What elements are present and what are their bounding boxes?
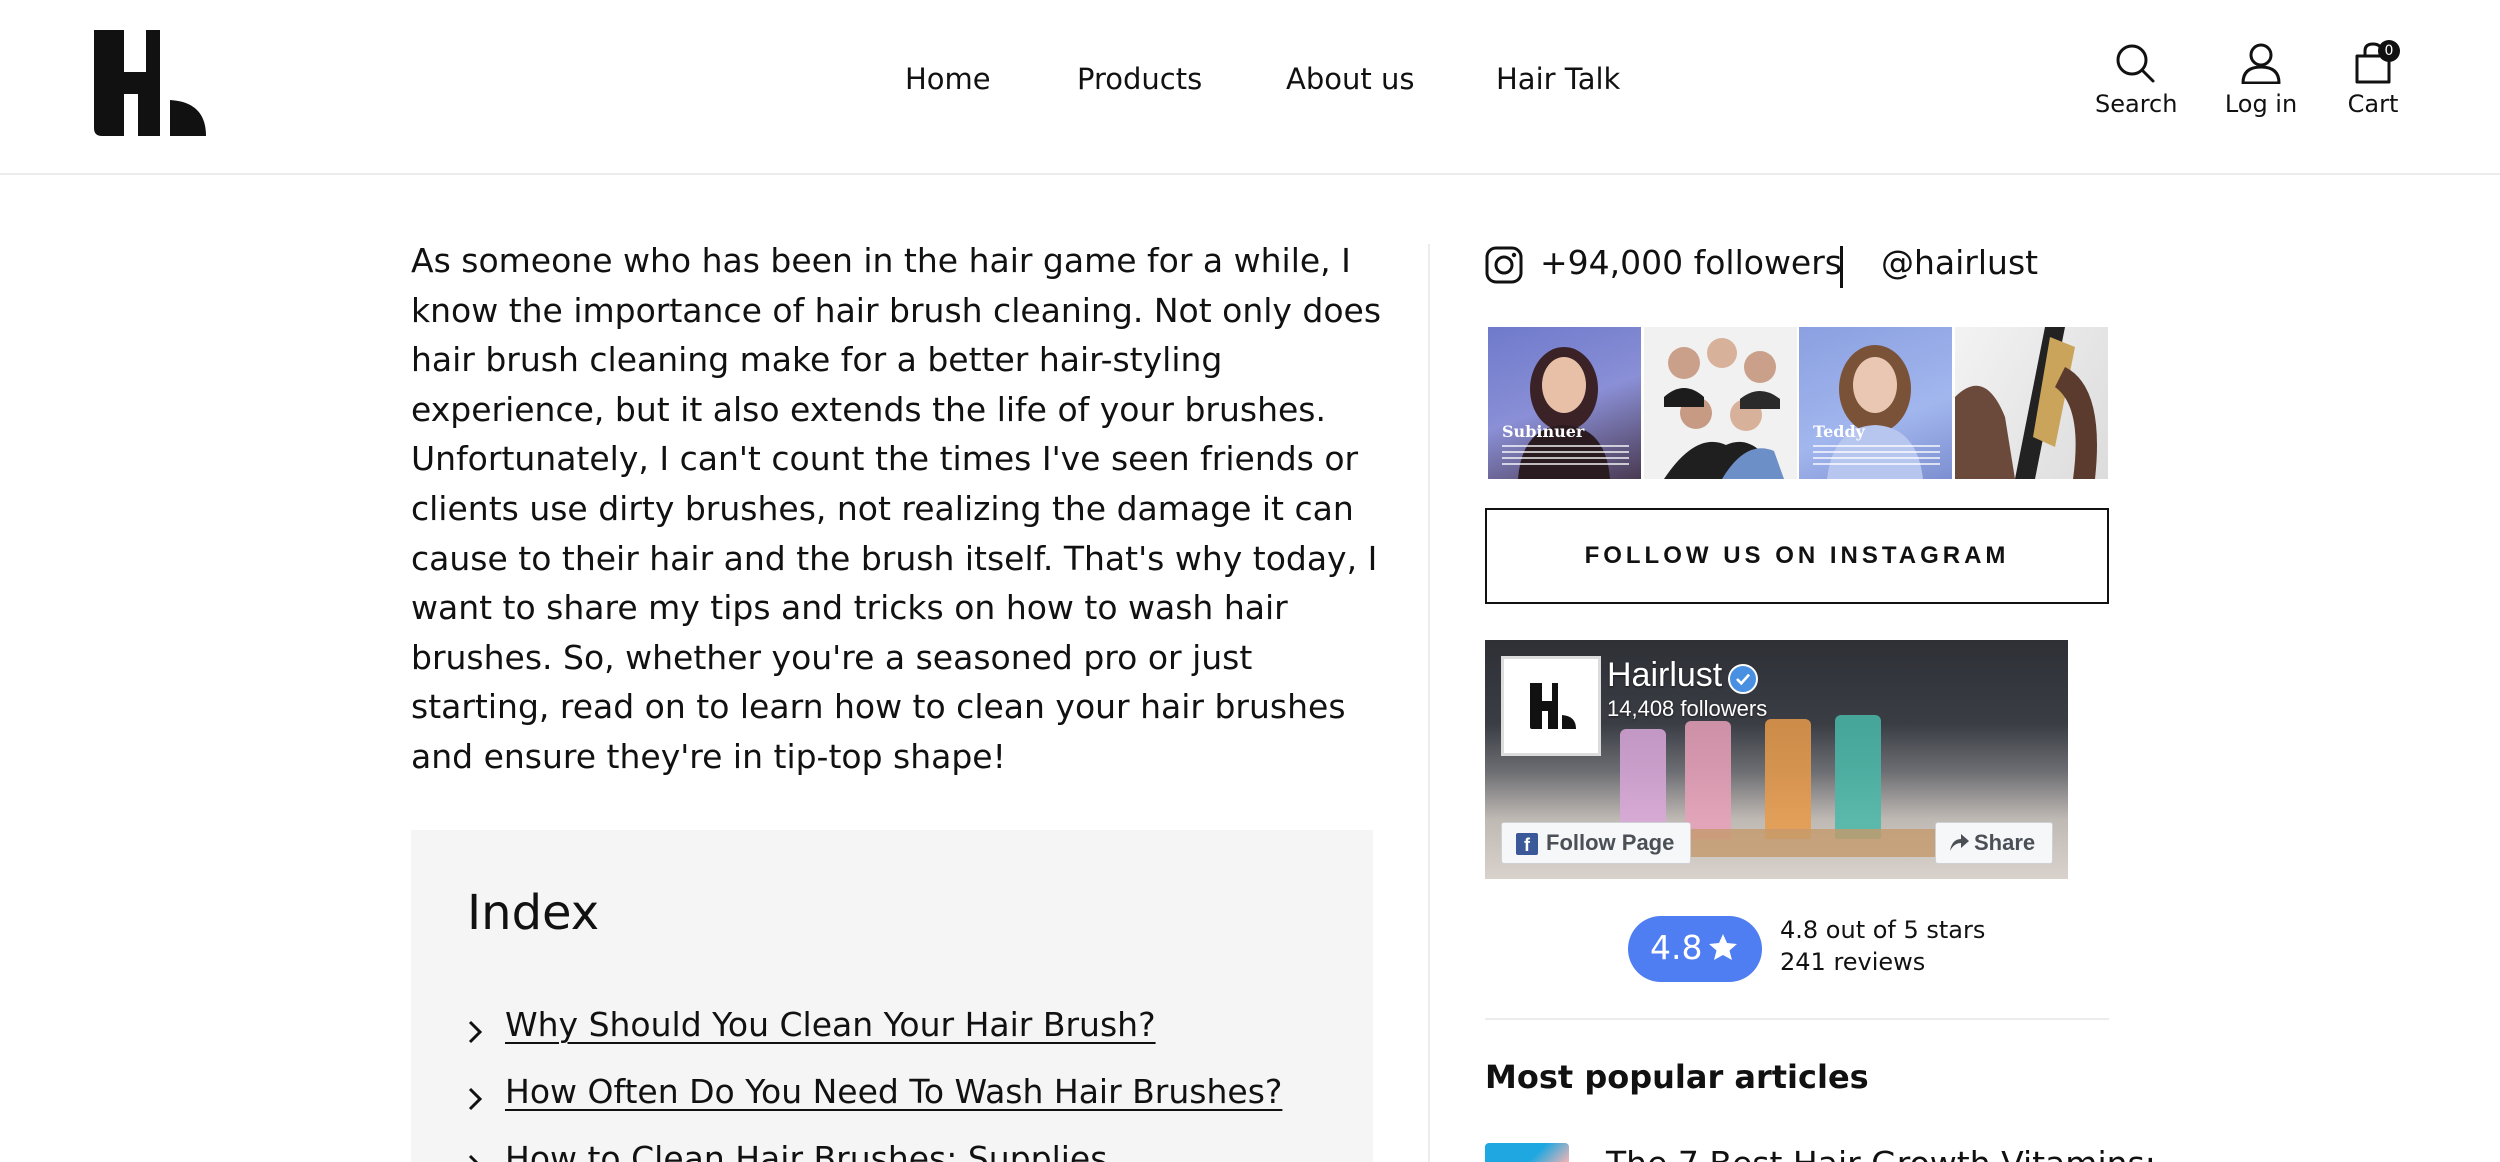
chevron-right-icon: [468, 1087, 483, 1111]
instagram-icon[interactable]: [1485, 246, 1523, 284]
instagram-post[interactable]: Subinuer: [1488, 327, 1641, 479]
hairlust-logo: [1530, 683, 1576, 729]
popular-articles-title: Most popular articles: [1485, 1058, 1869, 1096]
instagram-post[interactable]: [1644, 327, 1797, 479]
group-photo-image: [1664, 338, 1784, 479]
search-label: Search: [2095, 90, 2178, 118]
rating-badge: 4.8: [1628, 916, 1762, 982]
sidebar-divider: [1428, 244, 1430, 1162]
caption-text-lines: [1502, 445, 1629, 469]
facebook-followers: 14,408 followers: [1607, 696, 1768, 721]
cart-label: Cart: [2347, 90, 2399, 118]
instagram-post[interactable]: [1955, 327, 2108, 479]
stats-separator: [1840, 246, 1843, 288]
article-thumbnail[interactable]: [1485, 1143, 1569, 1162]
rating-summary: 4.8 out of 5 stars: [1780, 916, 1986, 944]
instagram-followers: +94,000 followers: [1540, 243, 1842, 282]
facebook-page-widget: Hairlust 14,408 followers f Follow Page …: [1485, 640, 2068, 879]
product-bottle: [1835, 715, 1881, 839]
table-of-contents: Index Why Should You Clean Your Hair Bru…: [411, 830, 1373, 1162]
caption-text-lines: [1813, 445, 1940, 469]
instagram-handle[interactable]: @hairlust: [1881, 243, 2038, 282]
login-button[interactable]: Log in: [2222, 42, 2300, 118]
index-title: Index: [467, 885, 600, 941]
sidebar-section-divider: [1485, 1018, 2109, 1020]
star-icon: [1709, 934, 1737, 960]
facebook-follow-button[interactable]: f Follow Page: [1501, 822, 1691, 864]
facebook-icon: f: [1516, 833, 1538, 855]
post-caption: Subinuer: [1502, 422, 1585, 441]
instagram-post[interactable]: Teddy: [1799, 327, 1952, 479]
popular-article-link[interactable]: The 7 Best Hair Growth Vitamins:: [1606, 1144, 2156, 1162]
search-icon: [2116, 44, 2155, 83]
index-link-why-clean[interactable]: Why Should You Clean Your Hair Brush?: [505, 1005, 1156, 1044]
chevron-right-icon: [468, 1020, 483, 1044]
login-label: Log in: [2224, 90, 2298, 118]
nav-hair-talk[interactable]: Hair Talk: [1496, 62, 1620, 96]
hair-brush-image: [1955, 327, 2097, 479]
facebook-page-avatar[interactable]: [1501, 656, 1601, 756]
chevron-right-icon: [468, 1154, 479, 1162]
facebook-follow-label: Follow Page: [1546, 830, 1675, 855]
site-header: Home Products About us Hair Talk Search …: [0, 0, 2500, 175]
share-arrow-icon: [1950, 834, 1969, 851]
verified-badge-icon: [1728, 664, 1758, 694]
post-caption: Teddy: [1813, 422, 1865, 441]
product-bottle: [1685, 721, 1731, 839]
facebook-share-button[interactable]: Share: [1935, 822, 2053, 864]
search-button[interactable]: Search: [2095, 42, 2178, 118]
instagram-stats: +94,000 followers @hairlust: [1485, 238, 2125, 296]
instagram-feed: Subinuer Teddy: [1488, 327, 2110, 479]
article-intro: As someone who has been in the hair game…: [411, 241, 1382, 776]
review-rating[interactable]: 4.8 4.8 out of 5 stars 241 reviews: [1628, 916, 2028, 984]
cart-count-badge: 0: [2378, 40, 2400, 62]
nav-about-us[interactable]: About us: [1286, 62, 1414, 96]
nav-home[interactable]: Home: [905, 62, 991, 96]
index-link-supplies[interactable]: How to Clean Hair Brushes: Supplies: [505, 1139, 1107, 1162]
product-bottle: [1765, 719, 1811, 839]
nav-products[interactable]: Products: [1077, 62, 1202, 96]
rating-score: 4.8: [1650, 928, 1703, 967]
facebook-page-name[interactable]: Hairlust: [1607, 656, 1722, 695]
user-icon: [2241, 43, 2281, 84]
review-count: 241 reviews: [1780, 948, 1926, 976]
index-link-how-often[interactable]: How Often Do You Need To Wash Hair Brush…: [505, 1072, 1282, 1111]
facebook-share-label: Share: [1974, 830, 2036, 855]
follow-instagram-button[interactable]: FOLLOW US ON INSTAGRAM: [1485, 508, 2109, 604]
